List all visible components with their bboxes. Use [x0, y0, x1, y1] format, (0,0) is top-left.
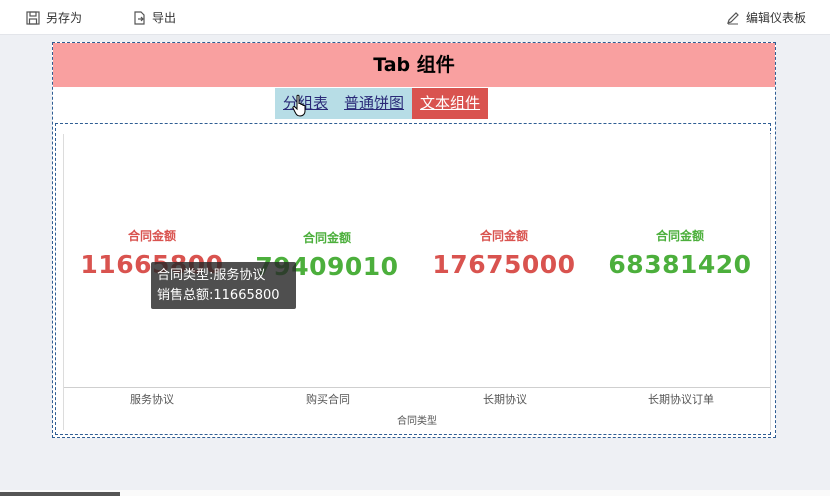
x-axis-title: 合同类型	[397, 416, 437, 427]
tooltip-line-type: 合同类型:服务协议	[157, 268, 266, 283]
top-toolbar: 另存为 导出 编辑仪表板	[0, 0, 830, 35]
metric-label: 合同金额	[655, 229, 704, 243]
metric-label: 合同金额	[302, 231, 351, 245]
bottom-strip	[0, 490, 830, 496]
save-as-button[interactable]: 另存为	[26, 9, 82, 26]
metric-label: 合同金额	[127, 229, 176, 243]
metric-label: 合同金额	[479, 229, 528, 243]
metric-value: 17675000	[432, 250, 576, 279]
save-as-label: 另存为	[46, 11, 83, 25]
tooltip-line-total: 销售总额:11665800	[157, 288, 280, 303]
metric-card-long-term-order[interactable]: 合同金额 68381420	[600, 227, 760, 279]
widget-title: Tab 组件	[53, 43, 775, 87]
edit-dashboard-label: 编辑仪表板	[746, 11, 807, 25]
edit-dashboard-button[interactable]: 编辑仪表板	[726, 9, 806, 26]
tab-pie-chart[interactable]: 普通饼图	[336, 88, 413, 119]
save-icon	[26, 10, 40, 25]
x-tick-label: 长期协议订单	[648, 393, 714, 406]
x-tick-label: 服务协议	[130, 393, 174, 406]
scroll-indicator	[0, 492, 120, 496]
export-label: 导出	[152, 11, 177, 25]
hand-cursor-icon	[292, 94, 306, 117]
tab-text-component[interactable]: 文本组件	[412, 88, 489, 119]
pencil-icon	[727, 11, 739, 24]
metric-value: 68381420	[608, 250, 752, 279]
tab-widget: Tab 组件 分组表 普通饼图 文本组件 合同金额 11665800 合同金额 …	[52, 42, 776, 438]
data-tooltip: 合同类型:服务协议 销售总额:11665800	[151, 262, 296, 309]
export-icon	[134, 10, 145, 25]
x-tick-label: 长期协议	[483, 393, 527, 406]
x-axis-line	[64, 387, 770, 388]
export-button[interactable]: 导出	[132, 9, 176, 26]
x-tick-label: 购买合同	[306, 393, 350, 406]
metric-card-long-term[interactable]: 合同金额 17675000	[424, 227, 584, 279]
